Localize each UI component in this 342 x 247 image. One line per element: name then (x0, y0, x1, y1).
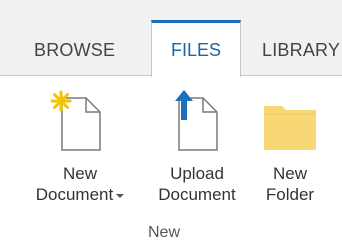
new-document-line2-text: Document (35, 185, 114, 204)
new-document-icon (50, 90, 101, 151)
tab-library[interactable]: LIBRARY (262, 40, 340, 61)
star-icon (50, 90, 72, 112)
folder-icon (264, 106, 316, 150)
new-folder-line1: New (272, 164, 307, 183)
upload-document-line1: Upload (170, 164, 224, 183)
new-document-line1: New (62, 164, 97, 183)
new-document-line2: Document (20, 184, 140, 205)
dropdown-arrow-icon[interactable] (116, 193, 125, 198)
tab-browse[interactable]: BROWSE (34, 40, 115, 61)
new-folder-line2: Folder (265, 185, 315, 204)
tab-files-label: FILES (170, 40, 222, 60)
group-label-new: New (148, 224, 181, 241)
upload-document-line2: Document (158, 185, 236, 204)
upload-document-label: Upload Document (147, 163, 247, 205)
upload-document-icon (175, 90, 218, 151)
new-document-label: New Document (20, 163, 140, 205)
ribbon: BROWSE FILES LIBRARY New Document Upload… (0, 0, 342, 247)
tab-files[interactable]: FILES (151, 20, 241, 77)
new-folder-label: New Folder (250, 163, 330, 205)
